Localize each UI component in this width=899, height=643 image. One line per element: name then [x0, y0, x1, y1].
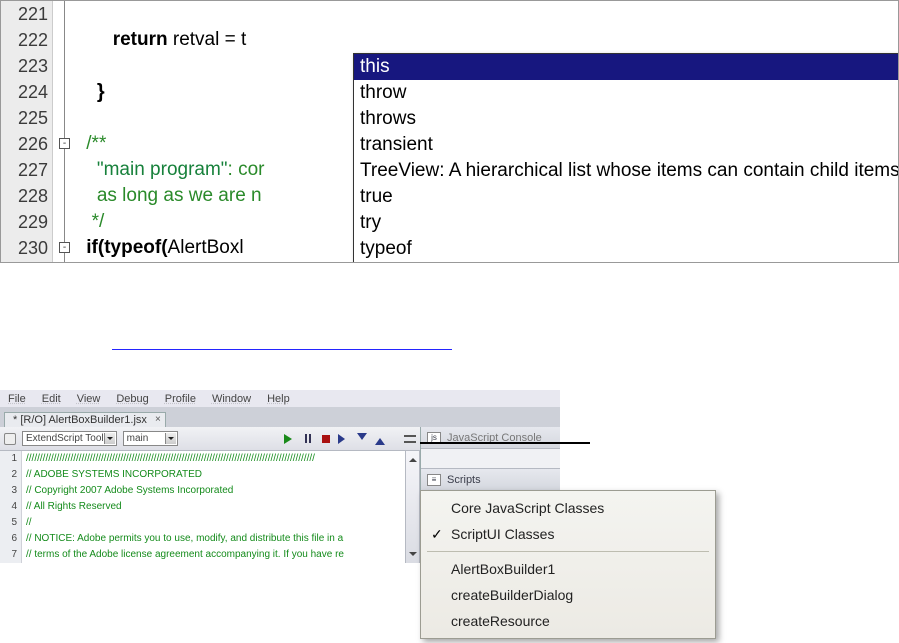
fold-toggle-icon[interactable]: - [59, 242, 70, 253]
mini-code-area[interactable]: ////////////////////////////////////////… [22, 451, 405, 563]
document-tab-bar: * [R/O] AlertBoxBuilder1.jsx × [0, 407, 560, 427]
line-number: 230 [7, 235, 48, 261]
autocomplete-item[interactable]: true [354, 184, 899, 210]
step-out-button[interactable] [374, 433, 386, 445]
line-number: 5 [0, 515, 17, 531]
autocomplete-item[interactable]: TreeView: A hierarchical list whose item… [354, 158, 899, 184]
menu-profile[interactable]: Profile [165, 393, 196, 405]
target-app-dropdown[interactable]: ExtendScript Tool [22, 431, 117, 446]
code-line: ////////////////////////////////////////… [26, 451, 405, 467]
code-string: "main program" [97, 159, 228, 180]
console-panel-header[interactable]: js JavaScript Console [421, 427, 560, 449]
step-out-icon [375, 433, 385, 445]
link-icon[interactable] [4, 433, 16, 445]
mini-line-gutter: 1 2 3 4 5 6 7 [0, 451, 22, 563]
menu-separator [427, 551, 709, 552]
stop-button[interactable] [320, 433, 332, 445]
editor-toolbar: ExtendScript Tool main [0, 427, 420, 451]
scripts-icon: ≡ [427, 474, 441, 486]
scroll-up-icon[interactable] [409, 454, 417, 462]
vertical-scrollbar[interactable] [405, 451, 419, 563]
step-over-button[interactable] [338, 433, 350, 445]
menu-help[interactable]: Help [267, 393, 290, 405]
line-number: 7 [0, 547, 17, 563]
code-area[interactable]: return retval = t } /** "main program": … [77, 1, 898, 262]
divider-line [112, 349, 452, 350]
line-number-gutter: 221 222 223 224 225 226 227 228 229 230 [1, 1, 53, 262]
autocomplete-item[interactable]: try [354, 210, 899, 236]
line-number: 221 [7, 1, 48, 27]
code-line: // NOTICE: Adobe permits you to use, mod… [26, 531, 405, 547]
autocomplete-item[interactable]: this [354, 54, 899, 80]
menu-item-core-js-classes[interactable]: Core JavaScript Classes [421, 495, 715, 521]
pause-button[interactable] [302, 433, 314, 445]
menu-edit[interactable]: Edit [42, 393, 61, 405]
scripts-panel-header[interactable]: ≡ Scripts [421, 469, 560, 491]
autocomplete-item[interactable]: typeof [354, 236, 899, 262]
code-keyword: if(typeof( [86, 237, 167, 258]
line-number: 3 [0, 483, 17, 499]
line-number: 224 [7, 79, 48, 105]
line-number: 225 [7, 105, 48, 131]
close-icon[interactable]: × [155, 414, 161, 425]
code-line: // [26, 515, 405, 531]
code-comment: as long as we are n [81, 185, 262, 206]
flyout-context-menu[interactable]: Core JavaScript Classes ScriptUI Classes… [420, 490, 716, 639]
editor-panel: ExtendScript Tool main 1 2 3 4 5 [0, 427, 420, 563]
menu-window[interactable]: Window [212, 393, 251, 405]
code-editor-top: 221 222 223 224 225 226 227 228 229 230 … [0, 0, 899, 263]
code-line: // terms of the Adobe license agreement … [26, 547, 405, 563]
document-tab[interactable]: * [R/O] AlertBoxBuilder1.jsx × [4, 412, 166, 427]
code-comment: : cor [228, 159, 265, 180]
line-number: 229 [7, 209, 48, 235]
line-number: 228 [7, 183, 48, 209]
line-number: 223 [7, 53, 48, 79]
fold-column: - - [53, 1, 77, 262]
line-number: 227 [7, 157, 48, 183]
line-number: 1 [0, 451, 17, 467]
line-number: 2 [0, 467, 17, 483]
line-number: 4 [0, 499, 17, 515]
menubar[interactable]: File Edit View Debug Profile Window Help [0, 390, 560, 407]
code-line: // All Rights Reserved [26, 499, 405, 515]
scripts-panel-label: Scripts [447, 474, 481, 486]
autocomplete-popup[interactable]: this throw throws transient TreeView: A … [353, 53, 899, 263]
code-keyword: return [113, 29, 168, 50]
ide-window: File Edit View Debug Profile Window Help… [0, 390, 560, 563]
code-comment: /** [86, 133, 106, 154]
line-number: 226 [7, 131, 48, 157]
code-brace: } [97, 81, 105, 103]
code-text: retval = t [168, 29, 247, 50]
step-over-icon [338, 434, 350, 444]
fold-toggle-icon[interactable]: - [59, 138, 70, 149]
function-dropdown[interactable]: main [123, 431, 178, 446]
menu-item-alertboxbuilder1[interactable]: AlertBoxBuilder1 [421, 556, 715, 582]
autocomplete-item[interactable]: throws [354, 106, 899, 132]
menu-item-scriptui-classes[interactable]: ScriptUI Classes [421, 521, 715, 547]
play-icon [284, 434, 297, 444]
code-line: // ADOBE SYSTEMS INCORPORATED [26, 467, 405, 483]
code-line: // Copyright 2007 Adobe Systems Incorpor… [26, 483, 405, 499]
menu-item-createbuilderdialog[interactable]: createBuilderDialog [421, 582, 715, 608]
pause-icon [305, 434, 311, 443]
autocomplete-item[interactable]: transient [354, 132, 899, 158]
menu-view[interactable]: View [77, 393, 101, 405]
code-text: AlertBoxl [168, 237, 244, 258]
line-number: 6 [0, 531, 17, 547]
stop-icon [322, 435, 330, 443]
scroll-down-icon[interactable] [409, 552, 417, 560]
tab-label: * [R/O] AlertBoxBuilder1.jsx [13, 414, 147, 426]
flyout-menu-icon[interactable] [404, 433, 416, 445]
run-button[interactable] [284, 433, 296, 445]
callout-line [420, 442, 590, 444]
code-comment: */ [92, 211, 105, 232]
menu-debug[interactable]: Debug [116, 393, 148, 405]
autocomplete-item[interactable]: throw [354, 80, 899, 106]
line-number: 222 [7, 27, 48, 53]
step-into-button[interactable] [356, 433, 368, 445]
menu-item-createresource[interactable]: createResource [421, 608, 715, 634]
step-into-icon [357, 433, 367, 445]
menu-file[interactable]: File [8, 393, 26, 405]
